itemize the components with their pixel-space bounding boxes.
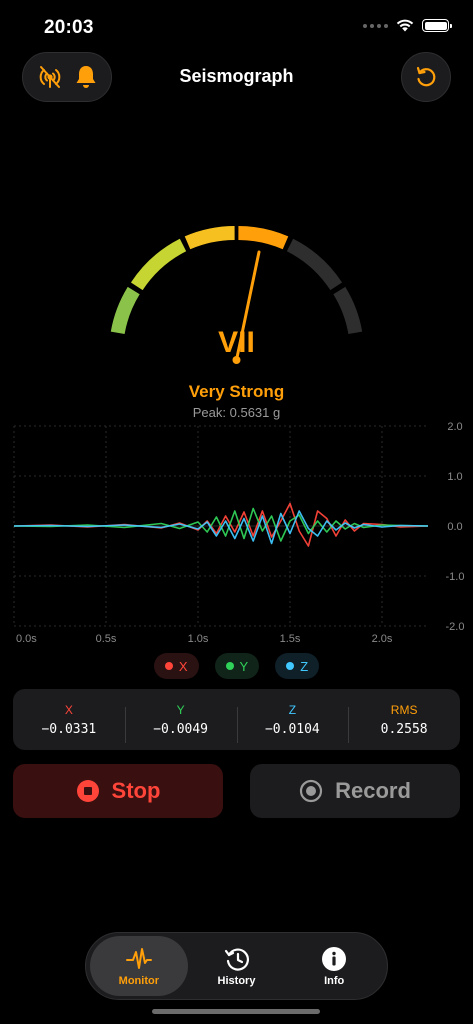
y-tick-label: 1.0 xyxy=(447,471,462,483)
status-time: 20:03 xyxy=(44,17,94,38)
x-tick-label: 1.5s xyxy=(280,633,301,645)
legend-chip-x[interactable]: X xyxy=(153,653,199,679)
tab-monitor-label: Monitor xyxy=(118,974,159,987)
gauge-segment-2 xyxy=(130,238,187,291)
readout-z: Z −0.0104 xyxy=(236,702,349,743)
x-tick-label: 2.0s xyxy=(372,633,393,645)
readout-y: Y −0.0049 xyxy=(124,702,237,743)
battery-icon xyxy=(422,19,452,32)
intensity-gauge: VII xyxy=(110,226,363,364)
legend-chip-y[interactable]: Y xyxy=(214,653,260,679)
legend-dot xyxy=(286,662,295,670)
gauge-segment-6 xyxy=(333,286,363,335)
legend-dot xyxy=(164,662,173,670)
nav-bar: Seismograph xyxy=(0,52,473,102)
readout-value: −0.0331 xyxy=(41,721,97,737)
legend-dot xyxy=(225,662,234,670)
readout-rms: RMS 0.2558 xyxy=(348,702,460,743)
waveform-icon xyxy=(125,947,152,969)
readout-label: Y xyxy=(176,702,185,717)
x-tick-label: 1.0s xyxy=(188,633,209,645)
seismograph-chart: 2.0 1.0 0.0 -1.0 -2.0 0.0s 0.5s 1.0s 1.5s 2.0s xyxy=(13,421,465,645)
status-bar: 20:03 xyxy=(0,0,473,54)
chart-legend: X Y Z xyxy=(0,653,473,679)
tab-bar: Monitor History Info xyxy=(85,932,388,1000)
readout-x: X −0.0331 xyxy=(13,703,125,737)
readout-label: RMS xyxy=(390,702,418,717)
tab-info[interactable]: Info xyxy=(285,936,383,996)
tab-history[interactable]: History xyxy=(188,936,286,996)
gauge-segment-4 xyxy=(238,226,289,250)
gauge-segment-1 xyxy=(110,286,140,335)
status-icons xyxy=(363,19,452,32)
tab-monitor[interactable]: Monitor xyxy=(90,936,188,996)
readout-panel: X −0.0331 Y −0.0049 Z −0.0104 RMS 0.2558 xyxy=(13,689,460,750)
stop-label: Stop xyxy=(111,778,161,803)
legend-chip-z[interactable]: Z xyxy=(275,653,320,679)
legend-label: Z xyxy=(300,658,309,674)
signal-dots-icon xyxy=(363,23,388,28)
intensity-level: VII xyxy=(218,326,255,359)
readout-value: 0.2558 xyxy=(380,721,428,737)
y-tick-label: -1.0 xyxy=(446,571,465,583)
legend-label: X xyxy=(178,658,188,674)
record-icon xyxy=(299,779,323,803)
info-icon xyxy=(322,946,347,971)
readout-value: −0.0049 xyxy=(153,721,209,737)
stop-button[interactable]: Stop xyxy=(13,764,223,818)
legend-label: Y xyxy=(239,658,249,674)
readout-label: X xyxy=(64,702,73,717)
tab-history-label: History xyxy=(217,974,256,987)
record-button[interactable]: Record xyxy=(250,764,460,818)
reset-button[interactable] xyxy=(401,52,451,102)
y-tick-label: 2.0 xyxy=(447,421,462,433)
y-tick-label: 0.0 xyxy=(447,521,462,533)
gauge-segment-5 xyxy=(286,238,343,291)
x-tick-label: 0.5s xyxy=(96,633,117,645)
history-icon xyxy=(224,947,249,971)
home-indicator xyxy=(152,1009,320,1014)
readout-value: −0.0104 xyxy=(264,721,320,737)
stop-icon xyxy=(76,780,99,802)
y-tick-label: -2.0 xyxy=(446,621,465,633)
x-tick-label: 0.0s xyxy=(16,633,37,645)
reset-icon xyxy=(416,66,436,87)
record-label: Record xyxy=(335,778,411,803)
intensity-label: Very Strong xyxy=(188,382,285,401)
readout-label: Z xyxy=(288,702,297,717)
tab-info-label: Info xyxy=(324,974,345,987)
wifi-icon xyxy=(396,19,414,32)
gauge-segment-3 xyxy=(184,226,235,250)
